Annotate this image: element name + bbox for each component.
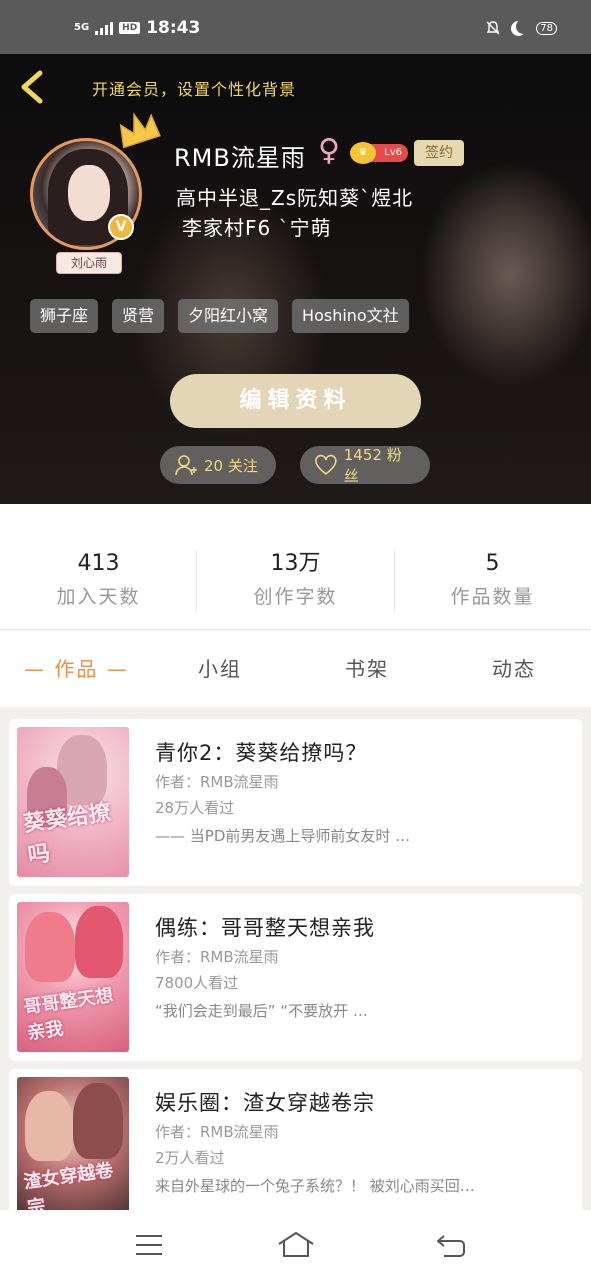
stat-join-days: 413 加入天数 (0, 550, 197, 609)
tag-chip[interactable]: 贤营 (112, 299, 165, 333)
book-author: 作者：RMB流星雨 (155, 773, 279, 791)
level-crown-icon: ♛ (350, 142, 376, 164)
stat-label: 加入天数 (56, 586, 141, 608)
avatar-name-tag: 刘心雨 (56, 252, 122, 274)
book-description: —— 当PD前男友遇上导师前女友时 … (155, 827, 411, 845)
list-item[interactable]: 哥哥整天想亲我 偶练：哥哥整天想亲我 作者：RMB流星雨 7800人看过 “我们… (9, 894, 582, 1061)
book-author: 作者：RMB流星雨 (155, 948, 279, 966)
following-label: 20 关注 (204, 456, 258, 475)
book-title: 娱乐圈：渣女穿越卷宗 (155, 1091, 375, 1115)
profile-tabs: — 作品 — 小组 书架 动态 (0, 631, 591, 707)
signed-badge[interactable]: 签约 (414, 140, 464, 166)
book-description: 来自外星球的一个兔子系统？！ 被刘心雨买回… (155, 1177, 475, 1195)
hd-badge: HD (119, 22, 141, 34)
crown-icon (119, 112, 161, 149)
signal-label: 5G (74, 22, 90, 33)
battery-icon: 78 (536, 21, 557, 35)
profile-tags: 狮子座 贤营 夕阳红小窝 Hoshino文社 (30, 299, 409, 333)
edit-profile-button[interactable]: 编辑资料 (170, 374, 421, 428)
verified-v-badge: V (108, 214, 134, 240)
cover-title: 渣女穿越卷宗 (22, 1159, 115, 1210)
fans-button[interactable]: 1452 粉丝 (300, 446, 430, 485)
tag-chip[interactable]: 夕阳红小窝 (178, 299, 279, 333)
female-gender-icon: ♀ (318, 133, 340, 168)
works-list: 葵葵给撩吗 青你2：葵葵给撩吗？ 作者：RMB流星雨 28万人看过 —— 当PD… (0, 707, 591, 1210)
mute-bell-icon (486, 21, 500, 35)
heart-icon (315, 454, 337, 475)
bio-line-1: 高中半退_Zs阮知葵`煜北 (176, 186, 414, 210)
tag-chip[interactable]: 狮子座 (30, 299, 99, 333)
tab-works[interactable]: — 作品 — (24, 653, 129, 682)
book-views: 28万人看过 (155, 799, 235, 817)
stat-works-count: 5 作品数量 (394, 550, 591, 609)
cover-title: 葵葵给撩吗 (21, 800, 113, 869)
bio-line-2: 李家村F6 `宁萌 (182, 216, 332, 240)
stat-value: 5 (485, 551, 500, 576)
book-cover: 渣女穿越卷宗 (17, 1077, 129, 1210)
book-title: 青你2：葵葵给撩吗？ (155, 741, 368, 765)
stat-label: 创作字数 (253, 586, 338, 608)
level-badge[interactable]: ♛ Lv6 (350, 142, 408, 164)
book-cover: 哥哥整天想亲我 (17, 902, 129, 1052)
list-item[interactable]: 葵葵给撩吗 青你2：葵葵给撩吗？ 作者：RMB流星雨 28万人看过 —— 当PD… (9, 719, 582, 886)
home-icon[interactable] (276, 1230, 316, 1260)
stat-label: 作品数量 (450, 586, 535, 608)
book-views: 7800人看过 (155, 974, 239, 992)
fans-label: 1452 粉丝 (343, 446, 402, 485)
signal-icon (95, 21, 114, 35)
cover-title: 哥哥整天想亲我 (22, 984, 115, 1044)
back-icon[interactable] (434, 1230, 468, 1260)
username: RMB流星雨 (174, 144, 306, 172)
clock: 18:43 (146, 18, 201, 38)
system-nav-bar (0, 1210, 591, 1280)
tab-activity[interactable]: 动态 (492, 653, 536, 682)
stat-word-count: 13万 创作字数 (197, 550, 394, 609)
list-item[interactable]: 渣女穿越卷宗 娱乐圈：渣女穿越卷宗 作者：RMB流星雨 2万人看过 来自外星球的… (9, 1069, 582, 1210)
menu-icon[interactable] (132, 1230, 166, 1260)
stats-panel: 413 加入天数 13万 创作字数 5 作品数量 (0, 504, 591, 630)
back-arrow-icon[interactable] (16, 69, 48, 105)
tab-groups[interactable]: 小组 (198, 653, 242, 682)
vip-background-link[interactable]: 开通会员，设置个性化背景 (92, 76, 296, 100)
tag-chip[interactable]: Hoshino文社 (292, 299, 409, 333)
book-description: “我们会走到最后” “不要放开 … (155, 1002, 368, 1020)
status-bar: 5G HD 18:43 78 (0, 0, 591, 54)
following-button[interactable]: 20 关注 (160, 446, 276, 484)
stat-value: 13万 (270, 551, 321, 576)
book-author: 作者：RMB流星雨 (155, 1123, 279, 1141)
add-user-icon (175, 455, 197, 476)
book-views: 2万人看过 (155, 1149, 225, 1167)
book-cover: 葵葵给撩吗 (17, 727, 129, 877)
stat-value: 413 (77, 551, 120, 576)
profile-header: 开通会员，设置个性化背景 V 刘心雨 RMB流星雨 ♀ ♛ Lv6 签约 高中半… (0, 54, 591, 504)
tab-bookshelf[interactable]: 书架 (345, 653, 389, 682)
moon-icon (511, 21, 526, 36)
status-right: 78 (485, 20, 557, 36)
status-left: 5G HD 18:43 (74, 18, 200, 38)
book-title: 偶练：哥哥整天想亲我 (155, 916, 375, 940)
